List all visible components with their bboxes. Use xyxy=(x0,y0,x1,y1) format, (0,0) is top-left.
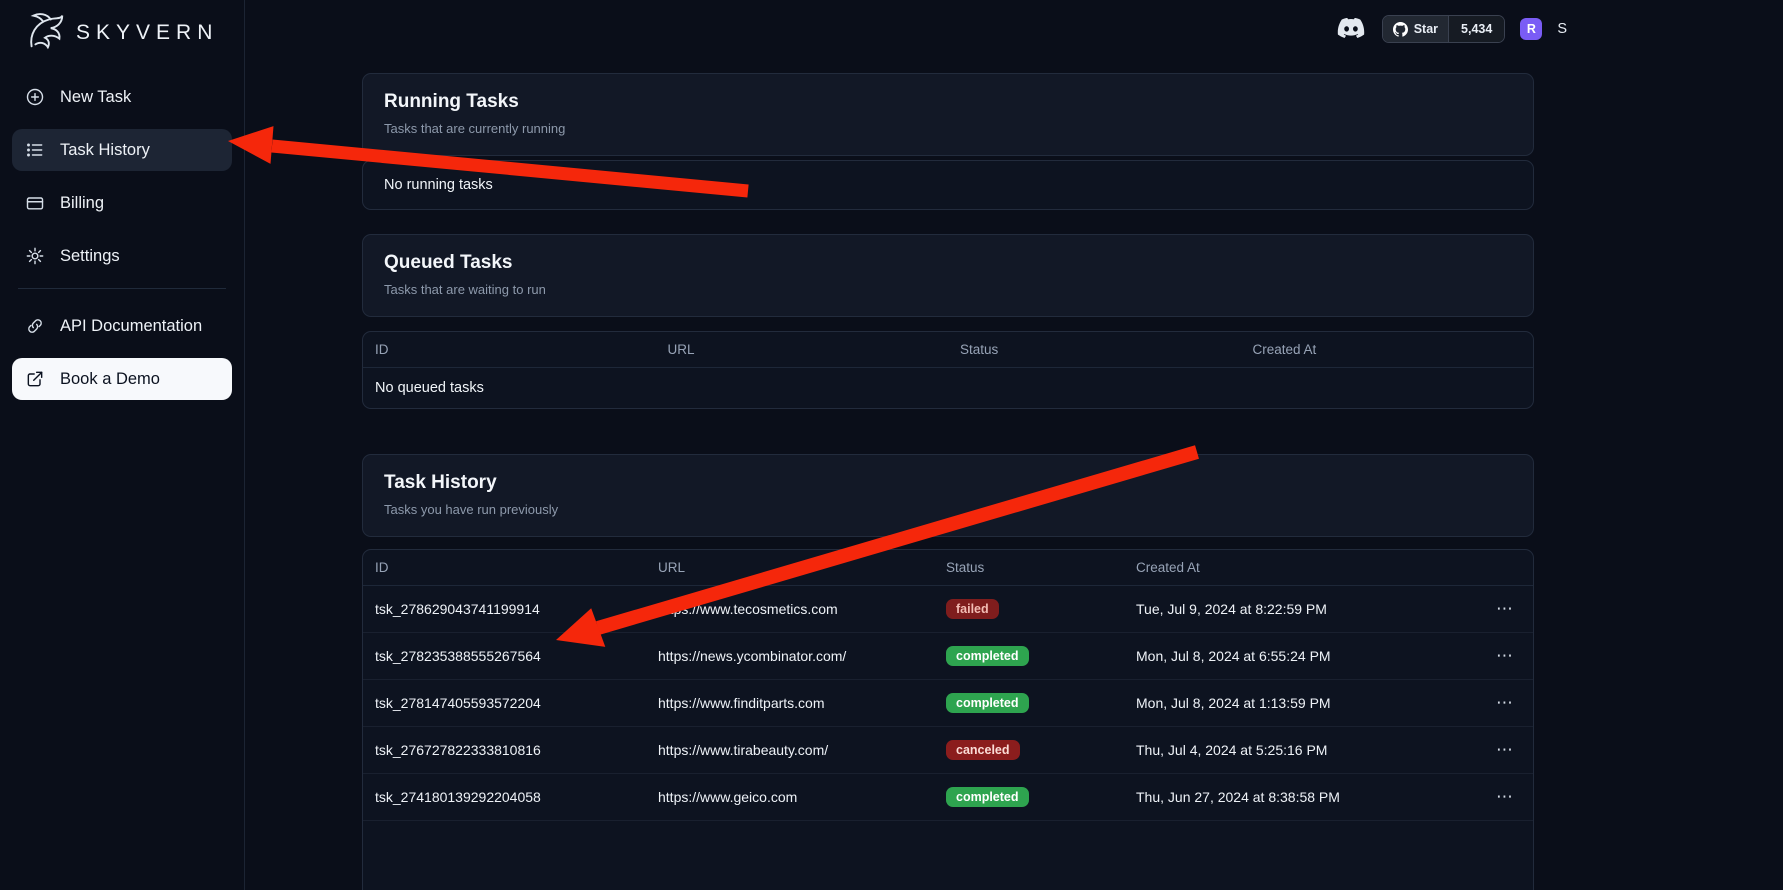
row-menu-button[interactable]: ⋯ xyxy=(1477,740,1533,760)
cell-id: tsk_274180139292204058 xyxy=(363,789,646,805)
cell-id: tsk_278629043741199914 xyxy=(363,601,646,617)
brand-name: SKYVERN xyxy=(76,21,218,45)
table-header-row: ID URL Status Created At xyxy=(363,550,1533,586)
column-header-created-at: Created At xyxy=(1124,550,1477,585)
cell-url: https://www.tecosmetics.com xyxy=(646,601,934,617)
queued-tasks-table: ID URL Status Created At No queued tasks xyxy=(362,331,1534,409)
sidebar-item-billing[interactable]: Billing xyxy=(12,182,232,224)
credit-card-icon xyxy=(25,193,45,213)
gear-icon xyxy=(25,246,45,266)
task-history-header: Task History Tasks you have run previous… xyxy=(362,454,1534,537)
row-menu-button[interactable]: ⋯ xyxy=(1477,693,1533,713)
column-header-actions xyxy=(1477,550,1533,585)
topbar: Star 5,434 R S xyxy=(1337,15,1567,43)
main-content: Running Tasks Tasks that are currently r… xyxy=(362,73,1534,890)
table-header-row: ID URL Status Created At xyxy=(363,332,1533,368)
brand-logo: SKYVERN xyxy=(0,0,244,62)
skyvern-dragon-icon xyxy=(22,8,68,59)
sidebar-item-new-task[interactable]: New Task xyxy=(12,76,232,118)
sidebar-item-label: API Documentation xyxy=(60,317,202,336)
status-badge: completed xyxy=(946,693,1029,713)
github-icon xyxy=(1393,22,1408,37)
sidebar-item-label: Task History xyxy=(60,141,150,160)
column-header-id: ID xyxy=(363,332,656,367)
queued-tasks-section: Queued Tasks Tasks that are waiting to r… xyxy=(362,234,1534,409)
cell-created: Thu, Jul 4, 2024 at 5:25:16 PM xyxy=(1124,742,1477,758)
column-header-status: Status xyxy=(934,550,1124,585)
cell-id: tsk_278147405593572204 xyxy=(363,695,646,711)
status-badge: failed xyxy=(946,599,999,619)
sidebar-item-label: Settings xyxy=(60,247,120,266)
user-label-truncated: S xyxy=(1557,21,1567,37)
cell-id: tsk_276727822333810816 xyxy=(363,742,646,758)
github-star-widget[interactable]: Star 5,434 xyxy=(1382,15,1506,43)
external-link-icon xyxy=(25,369,45,389)
sidebar-divider xyxy=(18,288,226,289)
github-star-label: Star xyxy=(1414,22,1438,36)
section-subtitle: Tasks you have run previously xyxy=(384,502,1512,517)
section-title: Task History xyxy=(384,472,1512,494)
column-header-created-at: Created At xyxy=(1241,332,1534,367)
table-row[interactable]: tsk_278147405593572204 https://www.findi… xyxy=(363,680,1533,727)
section-subtitle: Tasks that are waiting to run xyxy=(384,282,1512,297)
avatar[interactable]: R xyxy=(1520,18,1542,40)
table-row[interactable]: tsk_278629043741199914 https://www.tecos… xyxy=(363,586,1533,633)
row-menu-button[interactable]: ⋯ xyxy=(1477,787,1533,807)
cell-id: tsk_278235388555267564 xyxy=(363,648,646,664)
cell-url: https://www.finditparts.com xyxy=(646,695,934,711)
sidebar: SKYVERN New Task Task History Billing Se… xyxy=(0,0,245,890)
section-subtitle: Tasks that are currently running xyxy=(384,121,1512,136)
cell-created: Tue, Jul 9, 2024 at 8:22:59 PM xyxy=(1124,601,1477,617)
row-menu-button[interactable]: ⋯ xyxy=(1477,599,1533,619)
table-row[interactable]: tsk_274180139292204058 https://www.geico… xyxy=(363,774,1533,821)
cell-url: https://news.ycombinator.com/ xyxy=(646,648,934,664)
discord-icon[interactable] xyxy=(1337,17,1367,41)
section-title: Running Tasks xyxy=(384,91,1512,113)
sidebar-item-label: Book a Demo xyxy=(60,370,160,389)
history-rows: tsk_278629043741199914 https://www.tecos… xyxy=(363,586,1533,821)
sidebar-item-book-a-demo[interactable]: Book a Demo xyxy=(12,358,232,400)
plus-circle-icon xyxy=(25,87,45,107)
status-badge: canceled xyxy=(946,740,1020,760)
column-header-url: URL xyxy=(646,550,934,585)
row-menu-button[interactable]: ⋯ xyxy=(1477,646,1533,666)
sidebar-item-label: Billing xyxy=(60,194,104,213)
column-header-id: ID xyxy=(363,550,646,585)
table-row[interactable]: tsk_276727822333810816 https://www.tirab… xyxy=(363,727,1533,774)
link-icon xyxy=(25,316,45,336)
queued-tasks-header: Queued Tasks Tasks that are waiting to r… xyxy=(362,234,1534,317)
sidebar-item-label: New Task xyxy=(60,88,131,107)
cell-url: https://www.geico.com xyxy=(646,789,934,805)
status-badge: completed xyxy=(946,646,1029,666)
section-title: Queued Tasks xyxy=(384,252,1512,274)
column-header-url: URL xyxy=(656,332,949,367)
github-star-count: 5,434 xyxy=(1448,16,1504,42)
sidebar-item-api-documentation[interactable]: API Documentation xyxy=(12,305,232,347)
running-tasks-section: Running Tasks Tasks that are currently r… xyxy=(362,73,1534,210)
sidebar-nav: New Task Task History Billing Settings A… xyxy=(0,62,244,400)
queued-tasks-empty: No queued tasks xyxy=(363,368,1533,408)
running-tasks-empty: No running tasks xyxy=(362,160,1534,210)
list-icon xyxy=(25,140,45,160)
task-history-table: ID URL Status Created At tsk_27862904374… xyxy=(362,549,1534,890)
column-header-status: Status xyxy=(948,332,1241,367)
cell-created: Mon, Jul 8, 2024 at 1:13:59 PM xyxy=(1124,695,1477,711)
running-tasks-header: Running Tasks Tasks that are currently r… xyxy=(362,73,1534,156)
cell-created: Thu, Jun 27, 2024 at 8:38:58 PM xyxy=(1124,789,1477,805)
cell-url: https://www.tirabeauty.com/ xyxy=(646,742,934,758)
status-badge: completed xyxy=(946,787,1029,807)
sidebar-item-task-history[interactable]: Task History xyxy=(12,129,232,171)
cell-created: Mon, Jul 8, 2024 at 6:55:24 PM xyxy=(1124,648,1477,664)
task-history-section: Task History Tasks you have run previous… xyxy=(362,454,1534,890)
table-row[interactable]: tsk_278235388555267564 https://news.ycom… xyxy=(363,633,1533,680)
sidebar-item-settings[interactable]: Settings xyxy=(12,235,232,277)
